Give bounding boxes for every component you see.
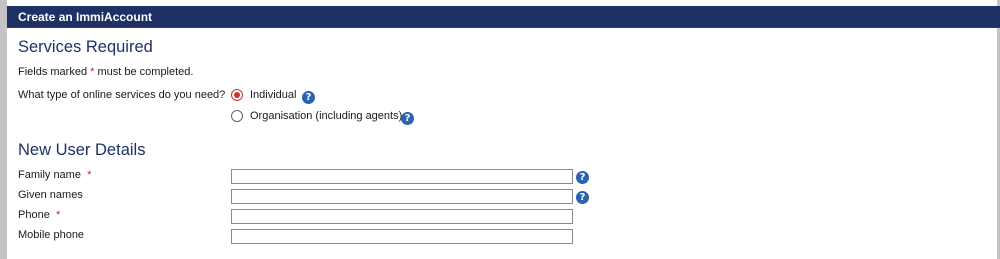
family-name-field[interactable]	[231, 169, 573, 184]
title-bar: Create an ImmiAccount	[7, 6, 1000, 28]
required-marker: *	[87, 169, 92, 181]
page-title: Create an ImmiAccount	[18, 10, 153, 24]
help-icon[interactable]: ?	[302, 91, 315, 104]
help-icon[interactable]: ?	[401, 112, 414, 125]
radio-button-individual[interactable]	[231, 89, 243, 101]
given-names-field[interactable]	[231, 189, 573, 204]
new-user-details-heading: New User Details	[18, 141, 146, 159]
radio-label-organisation[interactable]: Organisation (including agents)	[250, 110, 402, 122]
phone-label: Phone *	[18, 209, 61, 221]
required-marker: *	[55, 209, 61, 221]
required-fields-note: Fields marked * must be completed.	[18, 66, 194, 78]
page: Create an ImmiAccount Services Required …	[7, 0, 1000, 259]
mobile-phone-field[interactable]	[231, 229, 573, 244]
help-icon[interactable]: ?	[576, 191, 589, 204]
mobile-phone-label: Mobile phone	[18, 229, 85, 241]
given-names-label: Given names	[18, 189, 83, 201]
service-type-question: What type of online services do you need…	[18, 89, 236, 101]
radio-button-organisation[interactable]	[231, 110, 243, 122]
family-name-label: Family name *	[18, 169, 92, 181]
help-icon[interactable]: ?	[576, 171, 589, 184]
services-required-heading: Services Required	[18, 38, 153, 56]
phone-field[interactable]	[231, 209, 573, 224]
radio-label-individual[interactable]: Individual	[250, 89, 296, 101]
